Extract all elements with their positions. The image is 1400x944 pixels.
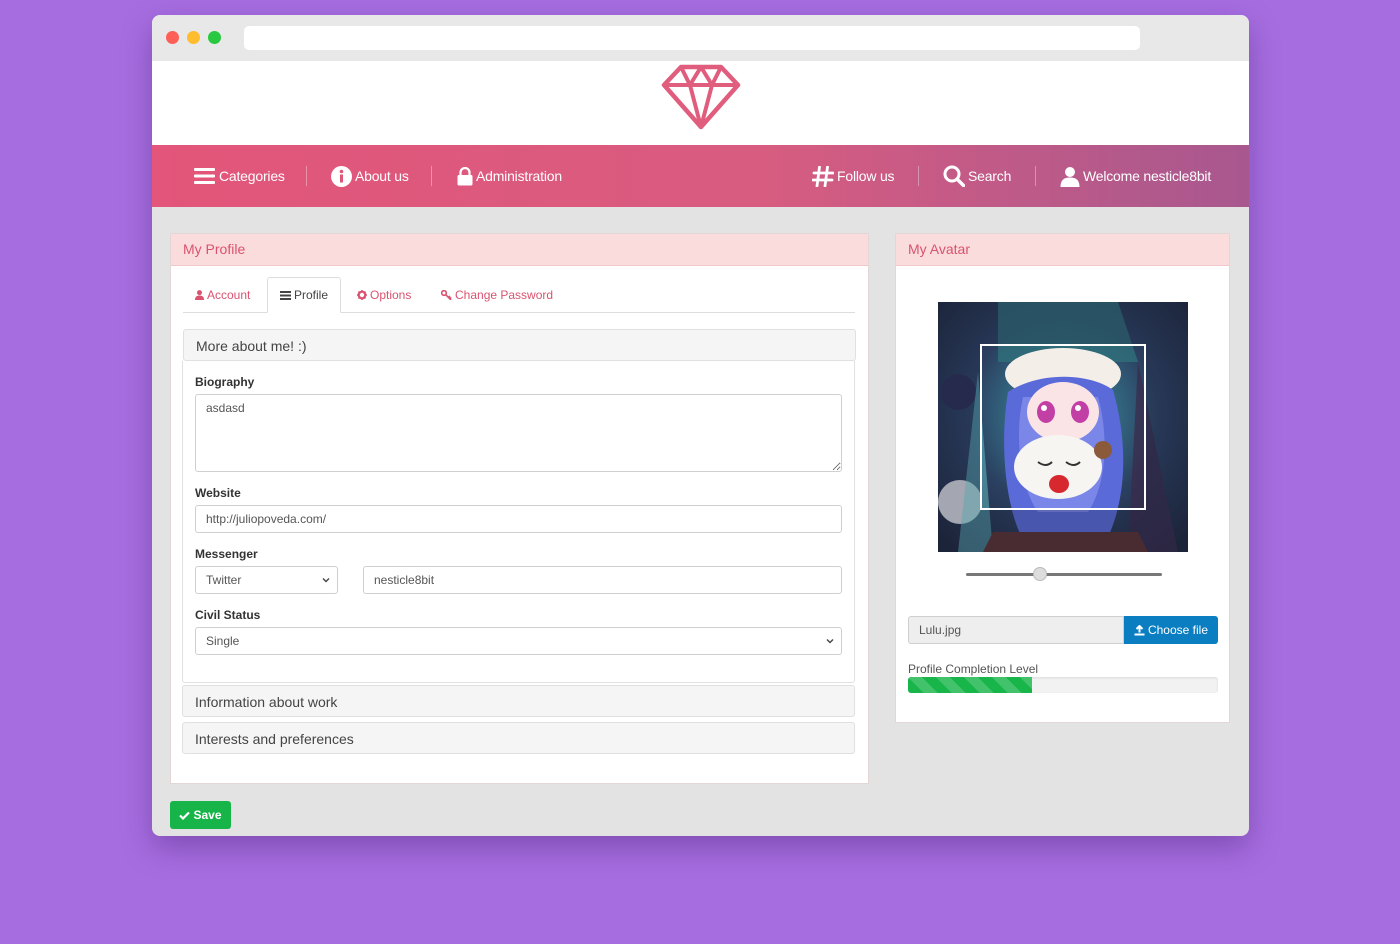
save-button-label: Save [193, 808, 222, 822]
nav-welcome-label: Welcome nesticle8bit [1083, 168, 1212, 184]
choose-file-button[interactable]: Choose file [1124, 616, 1218, 644]
user-icon [195, 290, 204, 300]
avatar-image[interactable] [938, 302, 1188, 552]
section-interests-and-preferences[interactable]: Interests and preferences [182, 722, 855, 754]
nav-divider [306, 166, 307, 186]
file-name-input[interactable]: Lulu.jpg [908, 616, 1124, 644]
nav-administration[interactable]: Administration [457, 145, 562, 207]
browser-window: Categories About us Administration Follo… [152, 15, 1249, 836]
section-information-about-work[interactable]: Information about work [182, 685, 855, 717]
profile-completion-label: Profile Completion Level [908, 662, 1039, 676]
menu-icon [194, 168, 215, 184]
tab-profile-label: Profile [294, 288, 329, 302]
section-work-title: Information about work [195, 694, 338, 710]
profile-completion-progress [908, 677, 1218, 693]
biography-textarea[interactable]: asdasd [195, 394, 842, 472]
chevron-down-icon [826, 639, 834, 644]
my-avatar-panel: My Avatar Lulu.jpg Choose file Profile C… [895, 233, 1230, 723]
more-about-me-body: Biography asdasd Website http://juliopov… [182, 361, 855, 683]
logo-band [152, 61, 1249, 145]
lock-icon [457, 166, 473, 185]
nav-search[interactable]: Search [943, 145, 1011, 207]
maximize-window-icon[interactable] [208, 31, 221, 44]
user-icon [1060, 166, 1080, 187]
hashtag-icon [812, 165, 834, 187]
section-interests-title: Interests and preferences [195, 731, 354, 747]
info-icon [331, 165, 352, 187]
choose-file-label: Choose file [1147, 623, 1209, 637]
browser-chrome [152, 15, 1249, 61]
search-icon [943, 165, 965, 187]
nav-follow-label: Follow us [837, 168, 895, 184]
nav-divider [1035, 166, 1036, 186]
my-avatar-heading: My Avatar [896, 234, 1229, 266]
minimize-window-icon[interactable] [187, 31, 200, 44]
nav-about-label: About us [355, 168, 409, 184]
tab-change-password[interactable]: Change Password [429, 277, 565, 313]
diamond-logo-icon[interactable] [660, 63, 742, 131]
civil-status-label: Civil Status [195, 608, 261, 622]
zoom-slider-thumb[interactable] [1033, 567, 1048, 581]
nav-categories-label: Categories [219, 168, 285, 184]
messenger-handle-input[interactable]: nesticle8bit [363, 566, 842, 594]
messenger-label: Messenger [195, 547, 258, 561]
nav-divider [918, 166, 919, 186]
tab-account[interactable]: Account [183, 277, 262, 313]
nav-search-label: Search [968, 168, 1012, 184]
save-button[interactable]: Save [170, 801, 231, 829]
address-bar[interactable] [244, 26, 1140, 50]
list-icon [280, 290, 291, 300]
zoom-slider-track[interactable] [966, 573, 1162, 576]
civil-status-select[interactable]: Single [195, 627, 842, 655]
messenger-service-value: Twitter [195, 566, 338, 594]
crop-selection-box[interactable] [980, 344, 1146, 510]
nav-categories[interactable]: Categories [194, 145, 285, 207]
tab-options-label: Options [370, 288, 412, 302]
tab-change-password-label: Change Password [455, 288, 554, 302]
website-input[interactable]: http://juliopoveda.com/ [195, 505, 842, 533]
check-icon [179, 811, 191, 820]
profile-completion-fill [908, 677, 1032, 693]
profile-tabs: Account Profile Options Change Password [183, 277, 855, 313]
chevron-down-icon [322, 578, 330, 583]
section-more-about-me-title: More about me! :) [196, 338, 307, 354]
civil-status-value: Single [195, 627, 842, 655]
my-profile-heading: My Profile [171, 234, 868, 266]
section-more-about-me[interactable]: More about me! :) [183, 329, 856, 361]
gear-icon [357, 290, 367, 300]
nav-divider [431, 166, 432, 186]
main-navbar: Categories About us Administration Follo… [152, 145, 1249, 207]
nav-user-menu[interactable]: Welcome nesticle8bit [1060, 145, 1211, 207]
key-icon [441, 290, 452, 300]
tab-account-label: Account [207, 288, 251, 302]
website-label: Website [195, 486, 241, 500]
upload-icon [1134, 624, 1145, 635]
nav-follow[interactable]: Follow us [812, 145, 895, 207]
tab-options[interactable]: Options [345, 277, 423, 313]
biography-label: Biography [195, 375, 255, 389]
nav-administration-label: Administration [476, 168, 562, 184]
nav-about[interactable]: About us [331, 145, 409, 207]
tab-profile[interactable]: Profile [267, 277, 342, 313]
close-window-icon[interactable] [166, 31, 179, 44]
messenger-service-select[interactable]: Twitter [195, 566, 338, 594]
